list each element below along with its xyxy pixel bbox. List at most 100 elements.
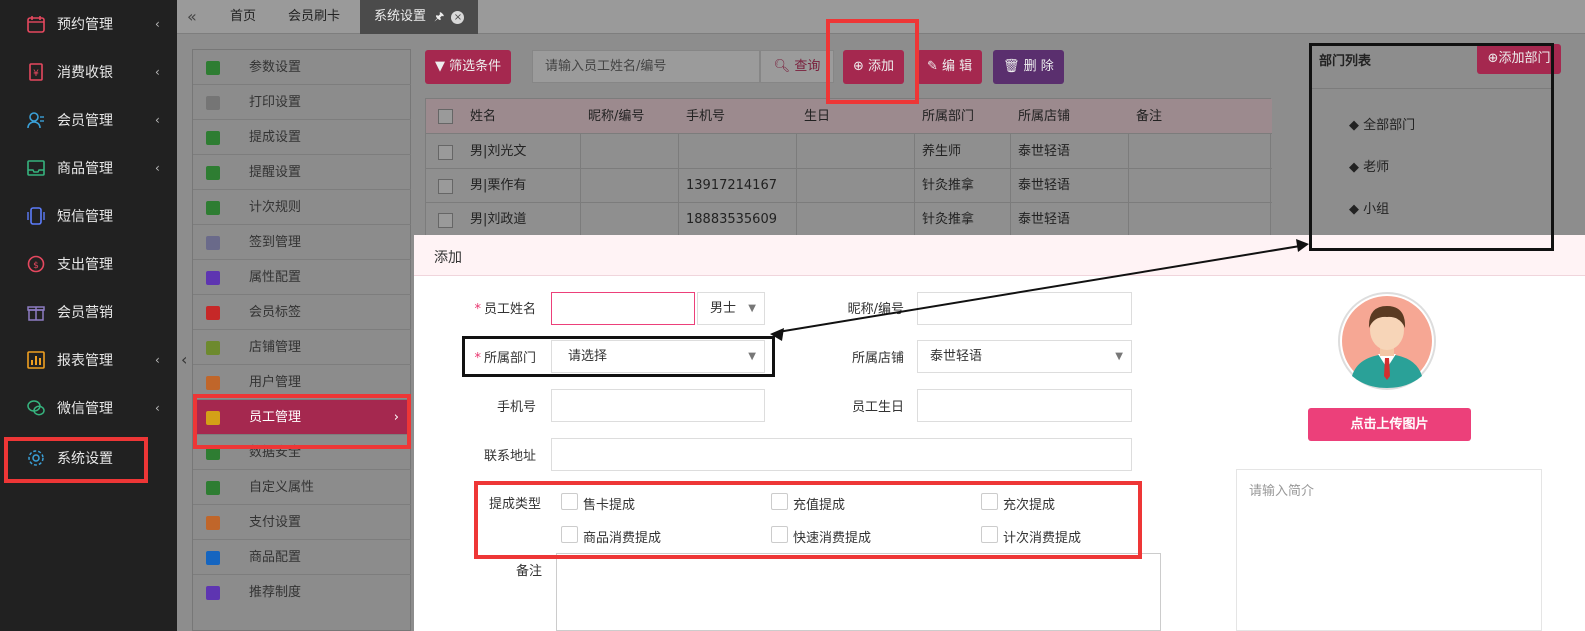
search-input[interactable]: 请输入员工姓名/编号 [532, 50, 760, 83]
subnav-label: 签到管理 [249, 235, 302, 250]
tab-label: 系统设置 [374, 9, 427, 24]
avatar[interactable] [1338, 292, 1436, 390]
chevron-left-icon: ‹ [155, 113, 160, 127]
subnav-item-stores[interactable]: 店铺管理 [193, 330, 411, 365]
trash-icon: 🗑︎ [1003, 59, 1020, 74]
delete-button[interactable]: 🗑︎ 删 除 [993, 50, 1064, 84]
pencil-icon [206, 481, 220, 495]
subnav-item-commission[interactable]: 提成设置 [193, 120, 411, 155]
remark-textarea[interactable] [556, 553, 1161, 631]
pin-icon[interactable]: 🖈 [434, 10, 444, 23]
column-header: 所属店铺 [1018, 109, 1071, 124]
subnav-item-attributes[interactable]: 属性配置 [193, 260, 411, 295]
subnav-item-payment[interactable]: 支付设置 [193, 505, 411, 540]
phone-label: 手机号 [496, 400, 536, 415]
sms-icon [27, 207, 45, 225]
coin-icon: $ [27, 255, 45, 273]
sidebar-item-appointment[interactable]: 预约管理 ‹ [0, 0, 177, 48]
sidebar-item-members[interactable]: 会员管理 ‹ [0, 96, 177, 144]
row-checkbox[interactable] [438, 179, 453, 194]
sidebar-item-label: 预约管理 [57, 17, 113, 33]
tab-settings[interactable]: 系统设置 🖈 × [360, 0, 479, 34]
sidebar-item-wechat[interactable]: 微信管理 ‹ [0, 384, 177, 432]
subnav-item-custom-attributes[interactable]: 自定义属性 [193, 470, 411, 505]
sidebar-item-marketing[interactable]: 会员营销 [0, 288, 177, 336]
subnav-item-count-rules[interactable]: 计次规则 [193, 190, 411, 225]
tab-member-card[interactable]: 会员刷卡 [288, 0, 340, 34]
chevron-left-icon: ‹ [155, 17, 160, 31]
store-value: 泰世轻语 [930, 349, 983, 364]
subnav-item-reminder[interactable]: 提醒设置 [193, 155, 411, 190]
annotation-commission-highlight [474, 481, 1142, 559]
upload-image-button[interactable]: 点击上传图片 [1308, 408, 1471, 441]
birthday-input[interactable] [917, 389, 1132, 422]
name-input[interactable] [551, 292, 695, 325]
intro-textarea[interactable]: 请输入简介 [1236, 469, 1542, 631]
column-header: 手机号 [686, 109, 726, 124]
annotation-add-highlight [826, 19, 919, 104]
cell-name: 男|刘光文 [470, 144, 527, 159]
annotation-staff-highlight [193, 394, 411, 449]
inbox-icon [27, 160, 45, 176]
search-button[interactable]: 🔍︎ 查询 [760, 50, 834, 83]
store-select[interactable]: 泰世轻语 ▼ [917, 340, 1132, 373]
subnav-item-member-tags[interactable]: 会员标签 [193, 295, 411, 330]
subnav-label: 推荐制度 [249, 585, 302, 600]
cell-phone: 13917214167 [686, 178, 777, 193]
search-label: 查询 [794, 59, 821, 74]
main-sidebar: 预约管理 ‹ ¥ 消费收银 ‹ 会员管理 ‹ 商品管理 ‹ 短信管理 $ 支出管… [0, 0, 177, 631]
tag-icon [206, 306, 220, 320]
tabs-back-icon[interactable]: « [187, 0, 197, 34]
table-row[interactable]: 男|刘光文 养生师 泰世轻语 [426, 135, 1272, 169]
subnav-item-print[interactable]: 打印设置 [193, 85, 411, 120]
subnav-label: 属性配置 [249, 270, 302, 285]
search-icon: 🔍︎ [773, 59, 791, 74]
sidebar-item-label: 会员营销 [57, 305, 113, 321]
filter-button[interactable]: ▼ 筛选条件 [425, 50, 512, 84]
select-all-checkbox[interactable] [438, 109, 453, 124]
sidebar-item-expenses[interactable]: $ 支出管理 [0, 240, 177, 288]
sidebar-item-cashier[interactable]: ¥ 消费收银 ‹ [0, 48, 177, 96]
nickname-input[interactable] [917, 292, 1132, 325]
cell-dept: 养生师 [922, 144, 962, 159]
add-staff-modal: 添加 * 员工姓名 男士 ▼ 昵称/编号 * 所属部门 请选择 ▼ 所属店铺 泰世轻… [414, 235, 1585, 631]
tab-home[interactable]: 首页 [230, 0, 256, 34]
edit-button[interactable]: ✎ 编 辑 [917, 50, 983, 84]
sidebar-item-label: 支出管理 [57, 257, 113, 273]
birthday-label: 员工生日 [851, 400, 904, 415]
calendar-icon [27, 16, 45, 33]
store-label: 所属店铺 [851, 351, 904, 366]
subnav-label: 商品配置 [249, 550, 302, 565]
close-icon[interactable]: × [451, 11, 465, 24]
table-row[interactable]: 男|栗作有 13917214167 针灸推拿 泰世轻语 [426, 169, 1272, 203]
subnav-item-checkin[interactable]: 签到管理 [193, 225, 411, 260]
sidebar-item-reports[interactable]: 报表管理 ‹ [0, 336, 177, 384]
subnav-item-product-config[interactable]: 商品配置 [193, 540, 411, 575]
settings-subnav: 参数设置 打印设置 提成设置 提醒设置 计次规则 签到管理 属性配置 会员标签 … [192, 49, 411, 631]
address-input[interactable] [551, 438, 1132, 471]
row-checkbox[interactable] [438, 145, 453, 160]
gender-select[interactable]: 男士 ▼ [697, 292, 765, 325]
bell-icon [206, 166, 220, 180]
subnav-item-referral[interactable]: 推荐制度 [193, 575, 411, 610]
row-checkbox[interactable] [438, 213, 453, 228]
cell-dept: 针灸推拿 [922, 212, 975, 227]
intro-placeholder: 请输入简介 [1249, 484, 1315, 499]
caret-down-icon: ▼ [1115, 351, 1123, 362]
collapse-icon[interactable]: ‹ [181, 350, 187, 369]
sidebar-item-label: 微信管理 [57, 401, 113, 417]
edit-icon: ✎ [927, 59, 938, 74]
sidebar-item-products[interactable]: 商品管理 ‹ [0, 144, 177, 192]
cell-store: 泰世轻语 [1018, 178, 1071, 193]
table-row[interactable]: 男|刘政道 18883535609 针灸推拿 泰世轻语 [426, 203, 1272, 237]
cell-store: 泰世轻语 [1018, 144, 1071, 159]
sidebar-item-sms[interactable]: 短信管理 [0, 192, 177, 240]
subnav-item-params[interactable]: 参数设置 [193, 50, 411, 85]
chevron-left-icon: ‹ [155, 401, 160, 415]
cell-phone: 18883535609 [686, 212, 777, 227]
bar-chart-icon [27, 351, 45, 369]
chevron-left-icon: ‹ [155, 161, 160, 175]
edit-label: 编 辑 [942, 59, 973, 74]
phone-input[interactable] [551, 389, 765, 422]
search-placeholder: 请输入员工姓名/编号 [545, 59, 667, 74]
